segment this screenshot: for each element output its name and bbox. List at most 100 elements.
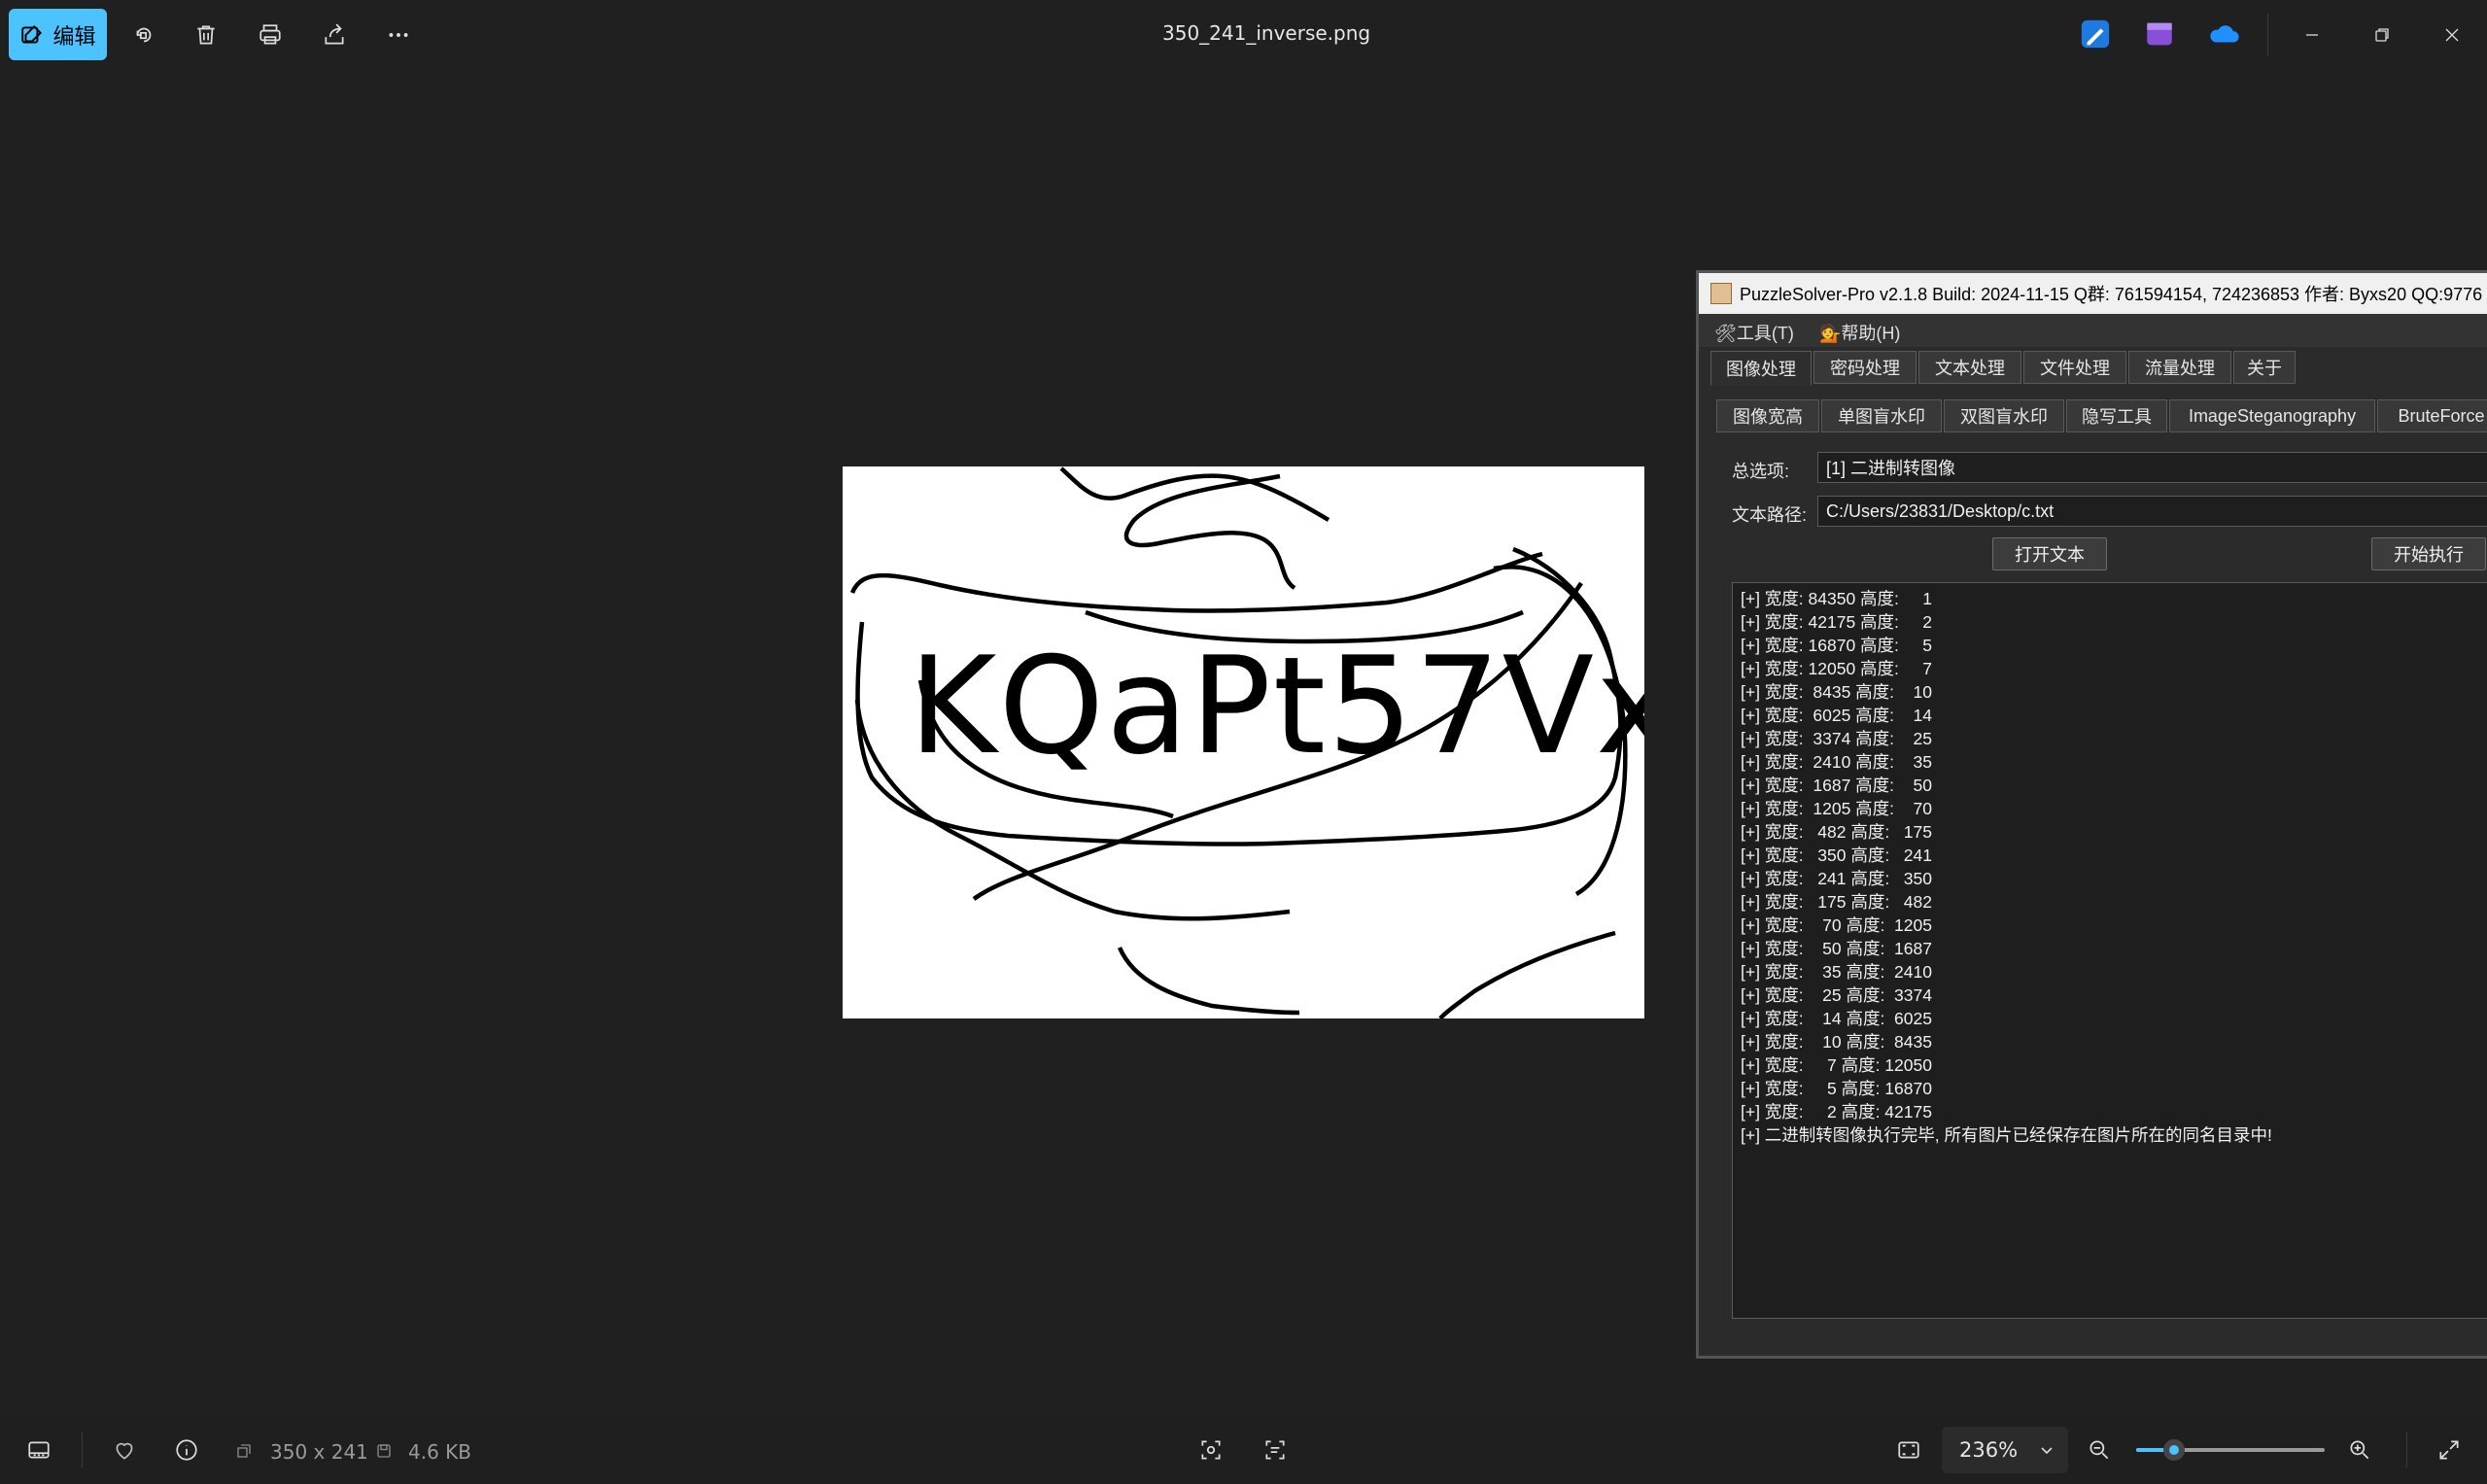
subtab-image-steganography[interactable]: ImageSteganography: [2169, 399, 2375, 432]
text-scan-button[interactable]: [1260, 1434, 1291, 1466]
visual-search-icon: [1201, 1440, 1221, 1460]
minimize-icon: [2306, 34, 2318, 36]
tab-image-processing[interactable]: 图像处理: [1710, 351, 1812, 386]
file-size: 4.6 KB: [408, 1440, 471, 1464]
log-line: [+] 宽度: 70 高度: 1205: [1741, 915, 1932, 935]
bottom-status-bar: 350 x 241 4.6 KB 236%: [0, 1415, 2487, 1484]
log-line: [+] 宽度: 3374 高度: 25: [1741, 729, 1932, 748]
zoom-out-button[interactable]: [2084, 1434, 2115, 1466]
log-line: [+] 宽度: 482 高度: 175: [1741, 822, 1932, 842]
trash-icon: [197, 25, 215, 45]
option-select[interactable]: [1] 二进制转图像: [1817, 452, 2487, 483]
menu-help[interactable]: 💁帮助(H): [1819, 320, 1900, 345]
log-line: [+] 宽度: 2410 高度: 35: [1741, 752, 1932, 772]
log-line: [+] 宽度: 2 高度: 42175: [1741, 1102, 1932, 1122]
edit-button[interactable]: 编辑: [9, 9, 107, 60]
info-icon: [176, 1439, 197, 1461]
log-line: [+] 宽度: 12050 高度: 7: [1741, 659, 1932, 678]
text-scan-icon: [1265, 1440, 1285, 1460]
log-line: [+] 宽度: 350 高度: 241: [1741, 846, 1932, 865]
output-log[interactable]: [+] 宽度: 84350 高度: 1 [+] 宽度: 42175 高度: 2 …: [1732, 582, 2487, 1319]
full-screen-button[interactable]: [2434, 1434, 2465, 1466]
file-size-icon: [377, 1444, 391, 1458]
dimensions-icon: [237, 1444, 251, 1458]
log-line: [+] 宽度: 5 高度: 16870: [1741, 1079, 1932, 1098]
subtab-image-size[interactable]: 图像宽高: [1716, 399, 1819, 432]
fit-to-window-button[interactable]: [1893, 1434, 1924, 1466]
text-path-input[interactable]: C:/Users/23831/Desktop/c.txt: [1817, 496, 2487, 527]
restore-icon: [2375, 28, 2389, 42]
close-button[interactable]: [2426, 14, 2478, 56]
printer-icon: [259, 24, 281, 45]
zoom-level-dropdown[interactable]: 236%: [1942, 1427, 2068, 1473]
log-line: [+] 宽度: 25 高度: 3374: [1741, 985, 1932, 1005]
option-label: 总选项:: [1732, 462, 1790, 481]
log-line: [+] 宽度: 7 高度: 12050: [1741, 1055, 1932, 1075]
top-toolbar: 编辑 350_241_inverse.png: [0, 0, 2487, 70]
puzzlesolver-titlebar[interactable]: PuzzleSolver-Pro v2.1.8 Build: 2024-11-1…: [1699, 273, 2487, 314]
more-options-button[interactable]: [377, 14, 420, 56]
rotate-icon: [136, 27, 152, 43]
file-info-button[interactable]: [171, 1434, 202, 1466]
log-line: [+] 宽度: 6025 高度: 14: [1741, 706, 1932, 725]
tab-traffic[interactable]: 流量处理: [2128, 351, 2231, 384]
image-dimensions: 350 x 241: [270, 1440, 368, 1464]
filmstrip-button[interactable]: [23, 1434, 54, 1466]
designer-app-icon[interactable]: [2079, 17, 2112, 51]
filmstrip-icon: [28, 1441, 50, 1459]
zoom-slider[interactable]: [2136, 1439, 2325, 1461]
text-path-label: 文本路径:: [1732, 505, 1808, 525]
more-icon: [389, 33, 408, 37]
tab-about[interactable]: 关于: [2233, 351, 2296, 384]
fit-window-icon: [1898, 1441, 1919, 1459]
menu-help-label: 帮助(H): [1841, 324, 1901, 343]
menu-tools[interactable]: 🛠工具(T): [1714, 320, 1794, 345]
edit-button-label: 编辑: [52, 24, 96, 50]
zoom-in-button[interactable]: [2344, 1434, 2375, 1466]
tab-text[interactable]: 文本处理: [1918, 351, 2021, 384]
captcha-text: KQaPt57Vx: [909, 628, 1644, 784]
share-icon: [325, 23, 344, 45]
subtab-stego-tools[interactable]: 隐写工具: [2066, 399, 2167, 432]
zoom-slider-thumb[interactable]: [2162, 1439, 2185, 1461]
visual-search-button[interactable]: [1195, 1434, 1226, 1466]
open-text-button[interactable]: 打开文本: [1992, 537, 2107, 570]
subtab-dual-watermark[interactable]: 双图盲水印: [1944, 399, 2064, 432]
onedrive-icon[interactable]: [2207, 17, 2240, 51]
status-divider: [82, 1432, 83, 1467]
tab-file[interactable]: 文件处理: [2023, 351, 2126, 384]
log-line: [+] 宽度: 35 高度: 2410: [1741, 962, 1932, 982]
heart-icon: [116, 1442, 133, 1460]
subtab-single-watermark[interactable]: 单图盲水印: [1821, 399, 1942, 432]
zoom-out-icon: [2090, 1440, 2109, 1460]
log-line: [+] 宽度: 14 高度: 6025: [1741, 1009, 1932, 1028]
expand-icon: [2439, 1440, 2459, 1460]
tab-crypto[interactable]: 密码处理: [1813, 351, 1917, 384]
menu-tools-label: 工具(T): [1736, 324, 1794, 343]
log-line: [+] 宽度: 10 高度: 8435: [1741, 1032, 1932, 1052]
rotate-button[interactable]: [122, 14, 165, 56]
file-name-title: 350_241_inverse.png: [1162, 21, 1371, 45]
menu-bar: 🛠工具(T) 💁帮助(H): [1699, 314, 2487, 347]
log-line: [+] 宽度: 175 高度: 482: [1741, 892, 1932, 912]
print-button[interactable]: [249, 14, 292, 56]
share-button[interactable]: [313, 14, 356, 56]
minimize-button[interactable]: [2286, 14, 2338, 56]
puzzlesolver-window: PuzzleSolver-Pro v2.1.8 Build: 2024-11-1…: [1696, 270, 2487, 1359]
chevron-down-icon: [2041, 1447, 2053, 1455]
close-icon: [2445, 28, 2459, 42]
zoom-level-value: 236%: [1959, 1438, 2019, 1462]
log-line: [+] 宽度: 16870 高度: 5: [1741, 636, 1932, 655]
app-logo-icon: [1710, 283, 1732, 304]
edit-image-icon: [21, 24, 43, 44]
log-line: [+] 宽度: 42175 高度: 2: [1741, 612, 1932, 632]
restore-button[interactable]: [2356, 14, 2408, 56]
zoom-in-icon: [2350, 1440, 2369, 1460]
favorite-button[interactable]: [109, 1434, 140, 1466]
subtab-bruteforce[interactable]: BruteForce: [2377, 399, 2487, 432]
delete-button[interactable]: [185, 14, 227, 56]
clipchamp-icon[interactable]: [2143, 17, 2176, 51]
status-divider: [2406, 1432, 2407, 1467]
log-line: [+] 二进制转图像执行完毕, 所有图片已经保存在图片所在的同名目录中!: [1741, 1125, 2272, 1145]
start-execute-button[interactable]: 开始执行: [2371, 537, 2486, 570]
